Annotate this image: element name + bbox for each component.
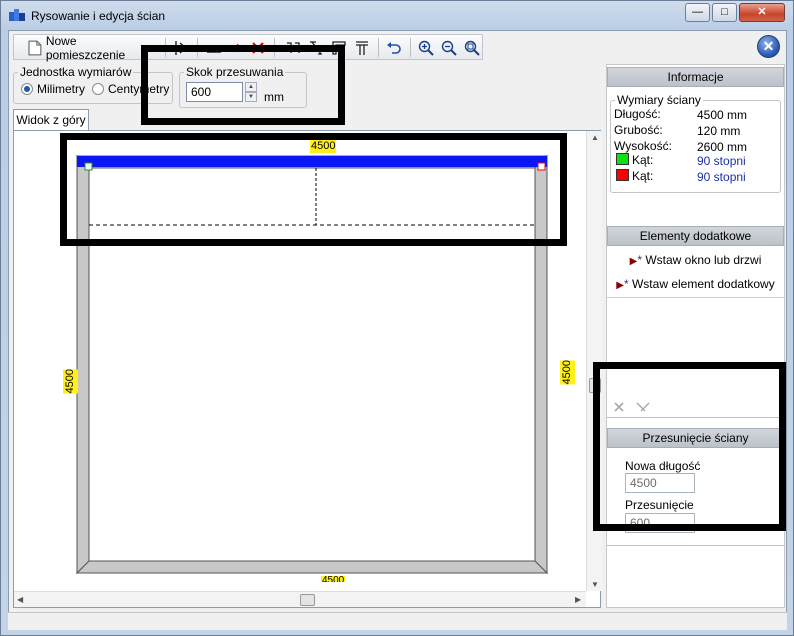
step-spinner[interactable]: ▲ ▼ [245, 82, 257, 102]
status-bar [8, 612, 787, 630]
zoom-fit-icon[interactable] [461, 37, 483, 58]
delete-wall-icon[interactable] [248, 37, 268, 58]
dimension-left: 4500 [63, 369, 78, 394]
maximize-button[interactable]: □ [712, 3, 737, 22]
spin-down-icon[interactable]: ▼ [245, 92, 257, 102]
wall-tool-2-icon[interactable] [305, 37, 327, 58]
new-length-label: Nowa długość [625, 459, 701, 473]
end-handle [537, 162, 546, 171]
insert-extra-element-label: Wstaw element dodatkowy [631, 277, 775, 291]
wall-dimensions-legend: Wymiary ściany [617, 93, 701, 107]
thickness-label: Grubość: [614, 123, 663, 137]
angle-end-swatch [616, 169, 629, 181]
insert-star-icon: * [637, 253, 642, 267]
units-legend: Jednostka wymiarów [20, 65, 132, 79]
info-header: Informacje [607, 67, 784, 87]
radio-centimeters-label: Centymetry [108, 82, 170, 96]
wall-tool-1-icon[interactable] [282, 37, 304, 58]
radio-dot [92, 83, 104, 95]
app-icon [9, 9, 25, 21]
zoom-in-icon[interactable] [415, 37, 437, 58]
scroll-left-icon[interactable]: ◀ [17, 595, 23, 604]
height-label: Wysokość: [614, 139, 672, 153]
start-handle [84, 162, 93, 171]
radio-millimeters[interactable]: Milimetry [21, 82, 85, 96]
spin-up-icon[interactable]: ▲ [245, 82, 257, 92]
height-value: 2600 mm [697, 140, 748, 154]
offset-field[interactable]: 600 [625, 513, 695, 533]
angle-start-swatch [616, 153, 629, 165]
new-length-field[interactable]: 4500 [625, 473, 695, 493]
step-input[interactable]: 600 [186, 82, 243, 102]
scroll-up-icon[interactable]: ▲ [591, 133, 599, 142]
drawing-canvas[interactable]: 4500 4500 4500 4500 ▲ ▼ ◀ ▶ [13, 130, 602, 608]
vertical-scroll-thumb[interactable] [589, 378, 601, 393]
disabled-tools [614, 402, 650, 412]
remove-icon [614, 402, 624, 412]
new-room-button[interactable]: Nowe pomieszczenie [28, 34, 158, 62]
step-legend: Skok przesuwania [186, 65, 284, 79]
title-bar: Rysowanie i edycja ścian — □ ✕ [1, 1, 793, 31]
scroll-right-icon[interactable]: ▶ [575, 595, 581, 604]
help-close-icon[interactable]: ✕ [757, 35, 780, 58]
wall-bottom [75, 560, 549, 574]
undo-icon[interactable] [383, 37, 405, 58]
angle-end-label: Kąt: [632, 169, 654, 183]
length-value: 4500 mm [697, 108, 748, 122]
window-title: Rysowanie i edycja ścian [31, 9, 166, 23]
room-drawing [75, 154, 549, 575]
horizontal-scroll-thumb[interactable] [300, 594, 315, 606]
new-document-icon [28, 40, 42, 55]
main-client-area: Nowe pomieszczenie ✕ Jednostka wymiarów … [8, 30, 787, 630]
angle-start-label: Kąt: [632, 153, 654, 167]
vertical-scrollbar[interactable]: ▲ ▼ [586, 131, 602, 591]
offset-label: Przesunięcie [625, 498, 694, 512]
wall-tool-3-icon[interactable] [328, 37, 350, 58]
split-wall-icon[interactable] [204, 37, 224, 58]
radio-dot-selected [21, 83, 33, 95]
insert-extra-element-button[interactable]: ▶* Wstaw element dodatkowy [607, 277, 784, 291]
extras-header: Elementy dodatkowe [607, 226, 784, 246]
insert-window-door-label: Wstaw okno lub drzwi [645, 253, 762, 267]
new-room-label: Nowe pomieszczenie [45, 33, 126, 62]
scroll-down-icon[interactable]: ▼ [591, 580, 599, 589]
dimension-top: 4500 [310, 140, 337, 153]
horizontal-scrollbar[interactable]: ◀ ▶ [14, 591, 586, 607]
tab-top-view[interactable]: Widok z góry [13, 109, 89, 131]
app-window: Rysowanie i edycja ścian — □ ✕ Nowe pomi… [0, 0, 794, 636]
dimension-bottom: 4500 [321, 576, 346, 582]
wall-right [534, 154, 548, 575]
dimension-right: 4500 [560, 360, 575, 385]
angle-start-value: 90 stopni [697, 154, 746, 168]
zoom-out-icon[interactable] [438, 37, 460, 58]
radio-centimeters[interactable]: Centymetry [92, 82, 169, 96]
room-floor [88, 167, 536, 562]
minimize-button[interactable]: — [685, 3, 710, 22]
close-button[interactable]: ✕ [739, 3, 785, 22]
draw-wall-icon[interactable] [170, 37, 192, 58]
wall-left [76, 154, 90, 575]
step-unit: mm [264, 90, 284, 104]
insert-window-door-button[interactable]: ▶* Wstaw okno lub drzwi [607, 253, 784, 267]
wall-tool-4-icon[interactable] [351, 37, 373, 58]
selected-wall [77, 156, 547, 167]
toolbar: Nowe pomieszczenie [13, 34, 483, 62]
insert-star-icon: * [623, 277, 629, 291]
cut-wall-icon[interactable] [226, 37, 246, 58]
edit-icon [636, 402, 650, 412]
thickness-value: 120 mm [697, 124, 741, 138]
length-label: Długość: [614, 107, 661, 121]
insert-arrow-icon: ▶ [616, 280, 624, 291]
shift-header: Przesunięcie ściany [607, 428, 784, 448]
angle-end-value: 90 stopni [697, 170, 746, 184]
right-panel: Informacje Wymiary ściany Długość: 4500 … [606, 64, 785, 608]
radio-millimeters-label: Milimetry [37, 82, 85, 96]
